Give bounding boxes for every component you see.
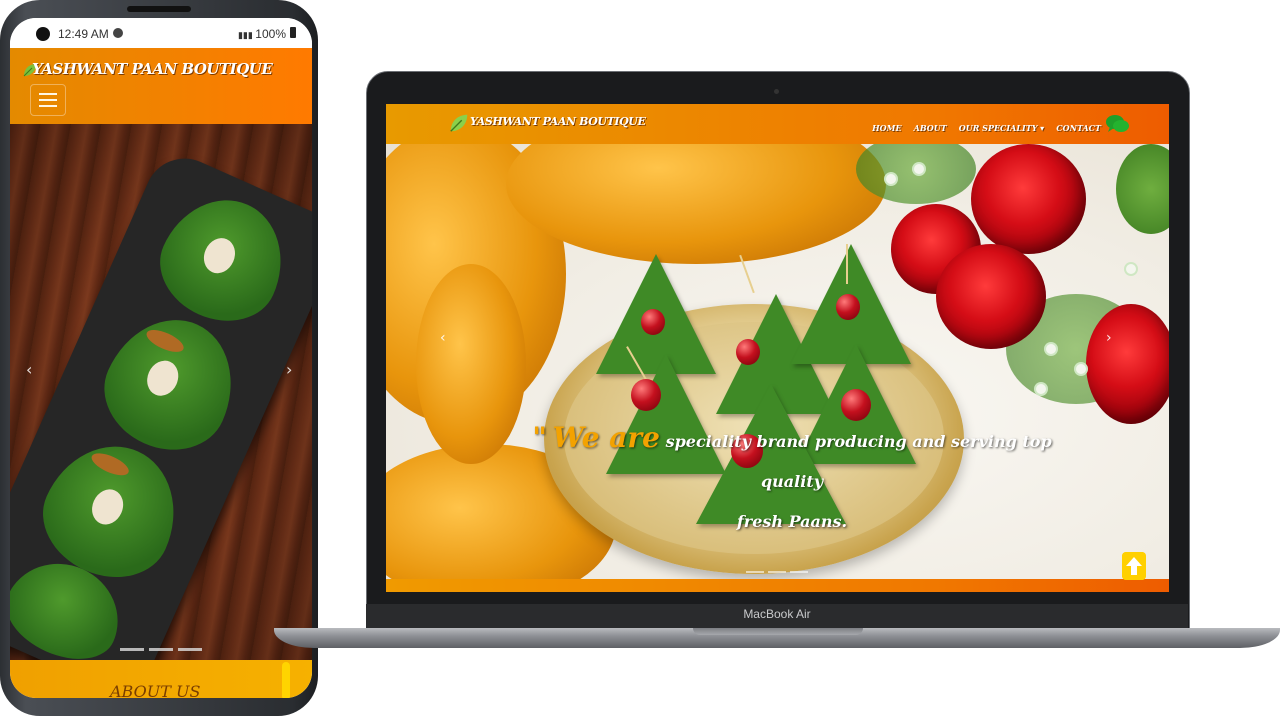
nav-about[interactable]: ABOUT	[914, 123, 947, 133]
notification-icon	[113, 28, 123, 38]
menu-toggle-button[interactable]	[30, 84, 66, 116]
laptop-camera	[774, 89, 779, 94]
laptop-screen: YASHWANT PAAN BOUTIQUE HOME ABOUT OUR SP…	[386, 104, 1169, 592]
flower	[1046, 344, 1056, 354]
quote-mark: "	[532, 421, 547, 454]
carousel-indicator[interactable]	[120, 648, 144, 651]
toothpick	[846, 244, 848, 284]
nav-links: HOME ABOUT OUR SPECIALITY ▾ CONTACT	[865, 116, 1101, 135]
phone-navbar: YASHWANT PAAN BOUTIQUE	[10, 48, 312, 124]
cherry	[736, 339, 760, 365]
carousel-indicator[interactable]	[149, 648, 173, 651]
nav-contact[interactable]: CONTACT	[1056, 123, 1101, 133]
cherry	[841, 389, 871, 421]
phone-hero-carousel: ‹ ›	[10, 124, 312, 698]
flower	[1036, 384, 1046, 394]
brand-logo-text[interactable]: YASHWANT PAAN BOUTIQUE	[470, 115, 646, 128]
signal-icon: ▮▮▮	[237, 30, 256, 40]
cherry	[641, 309, 665, 335]
site-footer-strip	[386, 579, 1169, 592]
flower	[886, 174, 896, 184]
carousel-indicator[interactable]	[768, 571, 786, 573]
carousel-indicator[interactable]	[790, 571, 808, 573]
hamburger-icon	[39, 93, 57, 95]
cherry	[631, 379, 661, 411]
rose-image	[936, 244, 1046, 349]
laptop-notch	[693, 628, 863, 635]
chat-bubbles-icon[interactable]	[1105, 113, 1131, 135]
leaf-icon	[450, 114, 468, 132]
carousel-indicators	[120, 636, 207, 655]
battery-percent: ▮▮▮ 100%	[237, 27, 286, 41]
carousel-next-button[interactable]: ›	[286, 360, 292, 379]
carousel-prev-button[interactable]: ‹	[440, 330, 446, 346]
status-bar: 12:49 AM ▮▮▮ 100%	[10, 18, 312, 48]
arrow-up-icon[interactable]	[1122, 552, 1146, 580]
flower	[1076, 364, 1086, 374]
phone-speaker	[127, 6, 191, 12]
scroll-top-button[interactable]	[282, 662, 290, 698]
hamburger-line	[39, 99, 57, 101]
about-title: ABOUT US	[110, 682, 201, 698]
flower	[1126, 264, 1136, 274]
cherry	[836, 294, 860, 320]
rose-image	[1086, 304, 1169, 424]
rose-image	[971, 144, 1086, 254]
hero-carousel: ‹ › " We are speciality brand producing …	[386, 144, 1169, 579]
site-navbar: YASHWANT PAAN BOUTIQUE HOME ABOUT OUR SP…	[386, 104, 1169, 144]
quote-accent: We are	[552, 421, 660, 454]
carousel-indicators	[746, 558, 812, 577]
camera-punch-hole	[36, 27, 50, 41]
carousel-indicator[interactable]	[746, 571, 764, 573]
nav-home[interactable]: HOME	[872, 123, 901, 133]
hero-quote: " We are speciality brand producing and …	[522, 418, 1062, 542]
quote-line-2: fresh Paans.	[736, 512, 848, 531]
carousel-indicator[interactable]	[178, 648, 202, 651]
nav-speciality-dropdown[interactable]: OUR SPECIALITY ▾	[959, 123, 1044, 133]
hamburger-line	[39, 105, 57, 107]
foliage	[1116, 144, 1169, 234]
laptop-model-label: MacBook Air	[743, 607, 811, 621]
carousel-prev-button[interactable]: ‹	[26, 360, 32, 379]
phone-screen: 12:49 AM ▮▮▮ 100% YASHWANT PAAN BOUTIQUE	[10, 18, 312, 698]
status-time: 12:49 AM	[58, 27, 109, 41]
quote-line-1: speciality brand producing and serving t…	[665, 432, 1052, 491]
brand-logo-text[interactable]: YASHWANT PAAN BOUTIQUE	[32, 60, 273, 78]
about-section: ABOUT US	[10, 660, 312, 698]
cloth-image	[416, 264, 526, 464]
flower	[914, 164, 924, 174]
carousel-next-button[interactable]: ›	[1106, 330, 1112, 346]
battery-icon	[290, 27, 296, 38]
